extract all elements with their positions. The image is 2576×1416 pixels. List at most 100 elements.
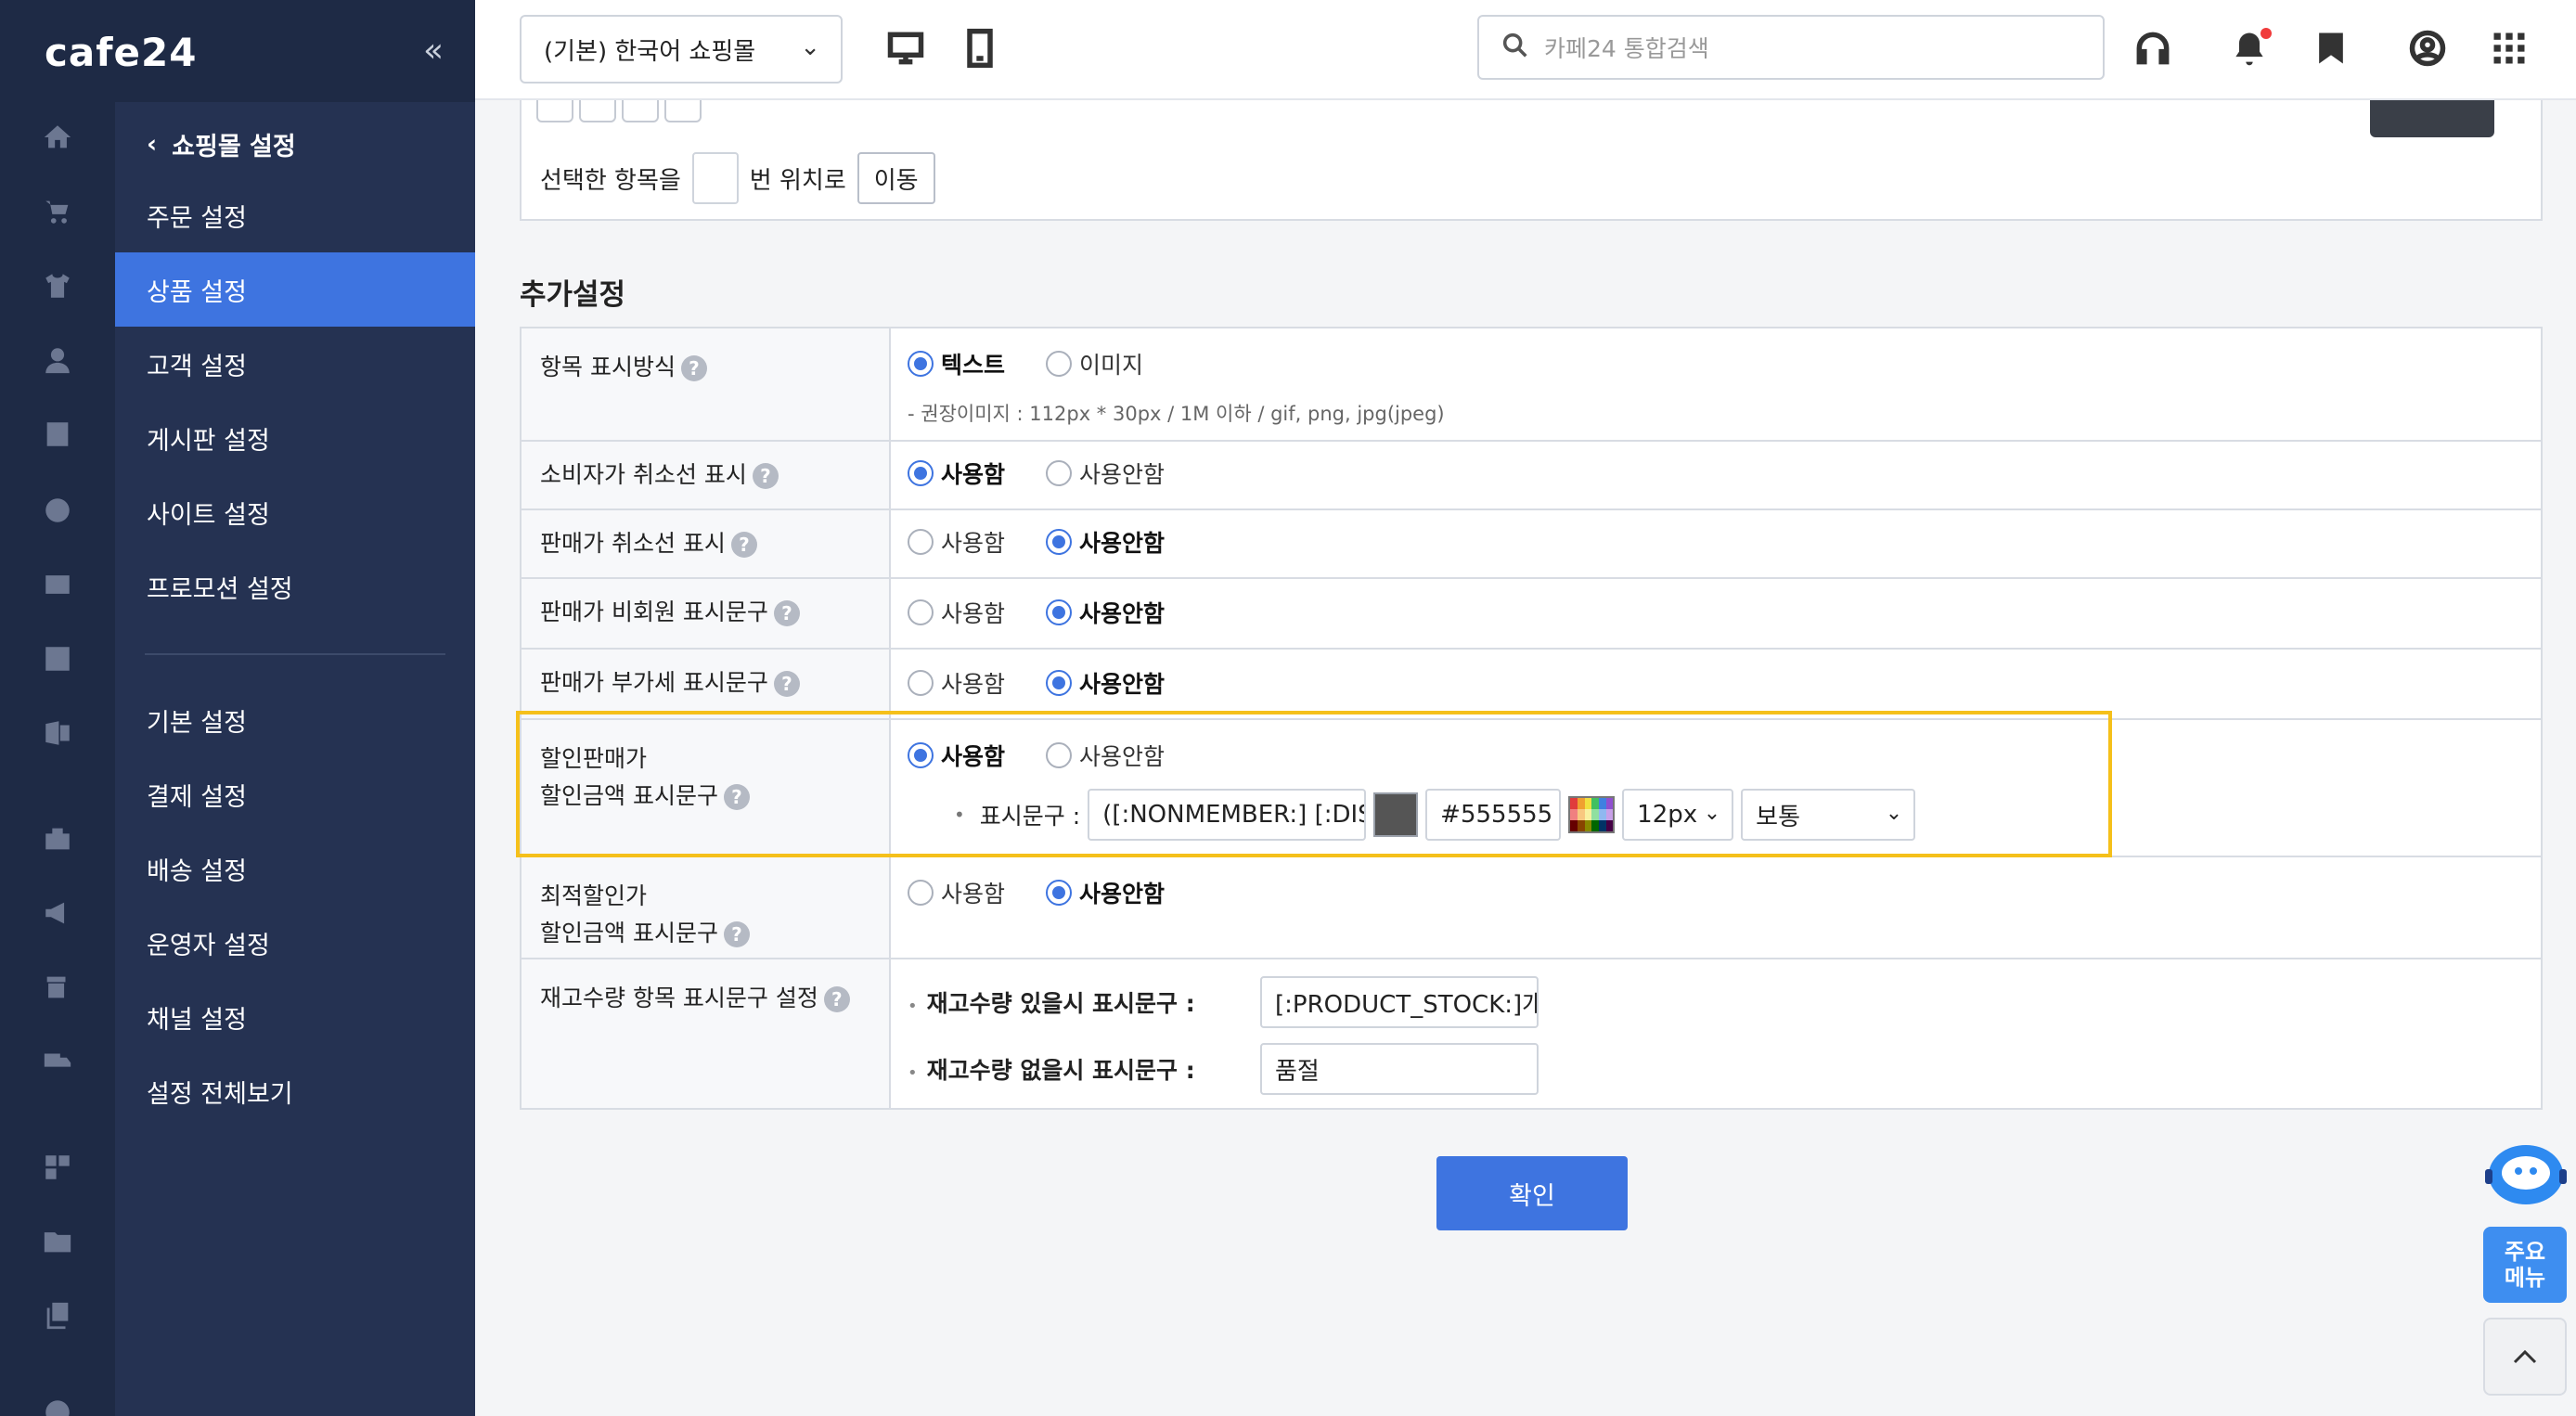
help-icon[interactable]: ?	[680, 355, 707, 381]
submenu-item-operator[interactable]: 운영자 설정	[115, 906, 475, 980]
shirt-icon[interactable]	[39, 267, 76, 304]
settings-icon[interactable]	[39, 1394, 76, 1416]
stats-icon[interactable]	[39, 640, 76, 677]
help-icon[interactable]: ?	[730, 532, 757, 558]
submenu-item-customer[interactable]: 고객 설정	[115, 327, 475, 401]
radio-use[interactable]: 사용함	[908, 739, 1005, 772]
excel-icon[interactable]	[39, 714, 76, 752]
color-palette-icon[interactable]	[1568, 796, 1616, 833]
main-menu-button[interactable]: 주요 메뉴	[2483, 1227, 2567, 1303]
position-input[interactable]	[691, 152, 739, 204]
submenu-item-board[interactable]: 게시판 설정	[115, 401, 475, 475]
row-label-line1: 할인판매가	[540, 745, 648, 772]
chatbot-icon[interactable]	[2483, 1138, 2569, 1212]
search-input[interactable]: 카페24 통합검색	[1477, 15, 2105, 80]
settings-table: 항목 표시방식? 텍스트 이미지 - 권장이미지 : 112px * 30px …	[520, 327, 2543, 1110]
notification-badge	[2260, 28, 2272, 39]
help-icon[interactable]: ?	[823, 986, 850, 1012]
main-content: 선택한 항목을 번 위치로 이동 추가설정 항목 표시방식? 텍스트 이미지 -…	[475, 100, 2576, 1416]
store-add-icon[interactable]	[39, 969, 76, 1006]
row-seller-strike: 판매가 취소선 표시? 사용함 사용안함	[522, 510, 2541, 579]
dark-action-button[interactable]	[2370, 100, 2494, 137]
help-icon[interactable]: ?	[773, 600, 800, 626]
bookmark-icon[interactable]	[2307, 24, 2355, 72]
submenu-item-basic[interactable]: 기본 설정	[115, 683, 475, 757]
radio-use[interactable]: 사용함	[908, 876, 1005, 909]
submenu-item-payment[interactable]: 결제 설정	[115, 757, 475, 831]
row-seller-nonmember: 판매가 비회원 표시문구? 사용함 사용안함	[522, 579, 2541, 650]
row-label-line2: 할인금액 표시문구	[540, 920, 718, 946]
order-move-box: 선택한 항목을 번 위치로 이동	[520, 100, 2543, 221]
section-title: 추가설정	[520, 278, 626, 312]
app-icon[interactable]	[39, 820, 76, 857]
radio-use[interactable]: 사용함	[908, 666, 1005, 700]
back-to-mall-settings[interactable]: ‹ 쇼핑몰 설정	[147, 126, 296, 162]
help-icon[interactable]: ?	[723, 784, 750, 810]
move-button[interactable]: 이동	[857, 152, 935, 204]
display-text-input[interactable]: ([:NONMEMBER:] [:DISC	[1088, 789, 1367, 841]
color-swatch[interactable]	[1373, 792, 1419, 837]
display-text-label: 표시문구 :	[979, 803, 1081, 830]
desktop-view-icon[interactable]	[882, 24, 930, 72]
app-grid-icon[interactable]	[2485, 24, 2533, 72]
mobile-view-icon[interactable]	[956, 24, 1004, 72]
account-icon[interactable]	[2403, 24, 2452, 72]
submenu-item-shipping[interactable]: 배송 설정	[115, 831, 475, 906]
image-hint: - 권장이미지 : 112px * 30px / 1M 이하 / gif, pn…	[908, 403, 1445, 425]
folder-add-icon[interactable]	[39, 1223, 76, 1260]
submenu-item-site[interactable]: 사이트 설정	[115, 475, 475, 549]
row-seller-vat: 판매가 부가세 표시문구? 사용함 사용안함	[522, 650, 2541, 720]
copy-icon[interactable]	[39, 1297, 76, 1334]
radio-use[interactable]: 사용함	[908, 525, 1005, 559]
cafe24-logo[interactable]: cafe24	[45, 30, 197, 75]
font-size-select[interactable]: 12px ⌄	[1622, 789, 1734, 841]
in-stock-label: 재고수량 있을시 표시문구 :	[926, 990, 1195, 1017]
submenu-item-all[interactable]: 설정 전체보기	[115, 1054, 475, 1128]
submenu-item-promotion[interactable]: 프로모션 설정	[115, 549, 475, 624]
palette-icon[interactable]	[39, 492, 76, 529]
help-icon[interactable]: ?	[723, 921, 750, 947]
radio-not-use[interactable]: 사용안함	[1046, 666, 1165, 700]
color-hex-input[interactable]: #555555	[1425, 789, 1562, 841]
collapse-sidebar-icon[interactable]: «	[423, 32, 444, 70]
promo-icon[interactable]	[39, 566, 76, 603]
submenu-item-order[interactable]: 주문 설정	[115, 178, 475, 252]
font-weight-select[interactable]: 보통 ⌄	[1741, 789, 1916, 841]
out-stock-input[interactable]: 품절	[1260, 1043, 1539, 1095]
submenu-item-product[interactable]: 상품 설정	[115, 252, 475, 327]
apps-add-icon[interactable]	[39, 1149, 76, 1186]
submenu-item-channel[interactable]: 채널 설정	[115, 980, 475, 1054]
move-down-button[interactable]	[622, 100, 659, 122]
radio-use[interactable]: 사용함	[908, 457, 1005, 490]
megaphone-icon[interactable]	[39, 895, 76, 932]
cart-icon[interactable]	[39, 193, 76, 230]
move-label-after: 번 위치로	[749, 166, 846, 195]
radio-not-use[interactable]: 사용안함	[1046, 457, 1165, 490]
home-icon[interactable]	[39, 119, 76, 156]
in-stock-input[interactable]: [:PRODUCT_STOCK:]개	[1260, 976, 1539, 1028]
row-stock-text: 재고수량 항목 표시문구 설정? • 재고수량 있을시 표시문구 : [:PROD…	[522, 959, 2541, 1108]
row-label: 판매가 비회원 표시문구	[540, 599, 768, 625]
settings-submenu: ‹ 쇼핑몰 설정 주문 설정 상품 설정 고객 설정 게시판 설정 사이트 설정…	[115, 102, 475, 1416]
board-icon[interactable]	[39, 416, 76, 453]
help-icon[interactable]: ?	[752, 463, 779, 489]
move-up-button[interactable]	[579, 100, 616, 122]
help-icon[interactable]: ?	[773, 671, 800, 697]
row-label: 항목 표시방식	[540, 354, 676, 380]
move-bottom-button[interactable]	[664, 100, 702, 122]
user-icon[interactable]	[39, 341, 76, 379]
scroll-top-button[interactable]	[2483, 1318, 2567, 1396]
radio-text[interactable]: 텍스트	[908, 347, 1005, 380]
confirm-button[interactable]: 확인	[1436, 1156, 1628, 1230]
truck-icon[interactable]	[39, 1043, 76, 1080]
radio-not-use[interactable]: 사용안함	[1046, 525, 1165, 559]
radio-not-use[interactable]: 사용안함	[1046, 596, 1165, 629]
mall-select[interactable]: (기본) 한국어 쇼핑몰 ⌄	[520, 15, 843, 84]
chevron-down-icon: ⌄	[800, 33, 820, 61]
radio-use[interactable]: 사용함	[908, 596, 1005, 629]
radio-not-use[interactable]: 사용안함	[1046, 739, 1165, 772]
move-top-button[interactable]	[536, 100, 573, 122]
radio-not-use[interactable]: 사용안함	[1046, 876, 1165, 909]
headset-icon[interactable]	[2129, 24, 2177, 72]
radio-image[interactable]: 이미지	[1046, 347, 1143, 380]
